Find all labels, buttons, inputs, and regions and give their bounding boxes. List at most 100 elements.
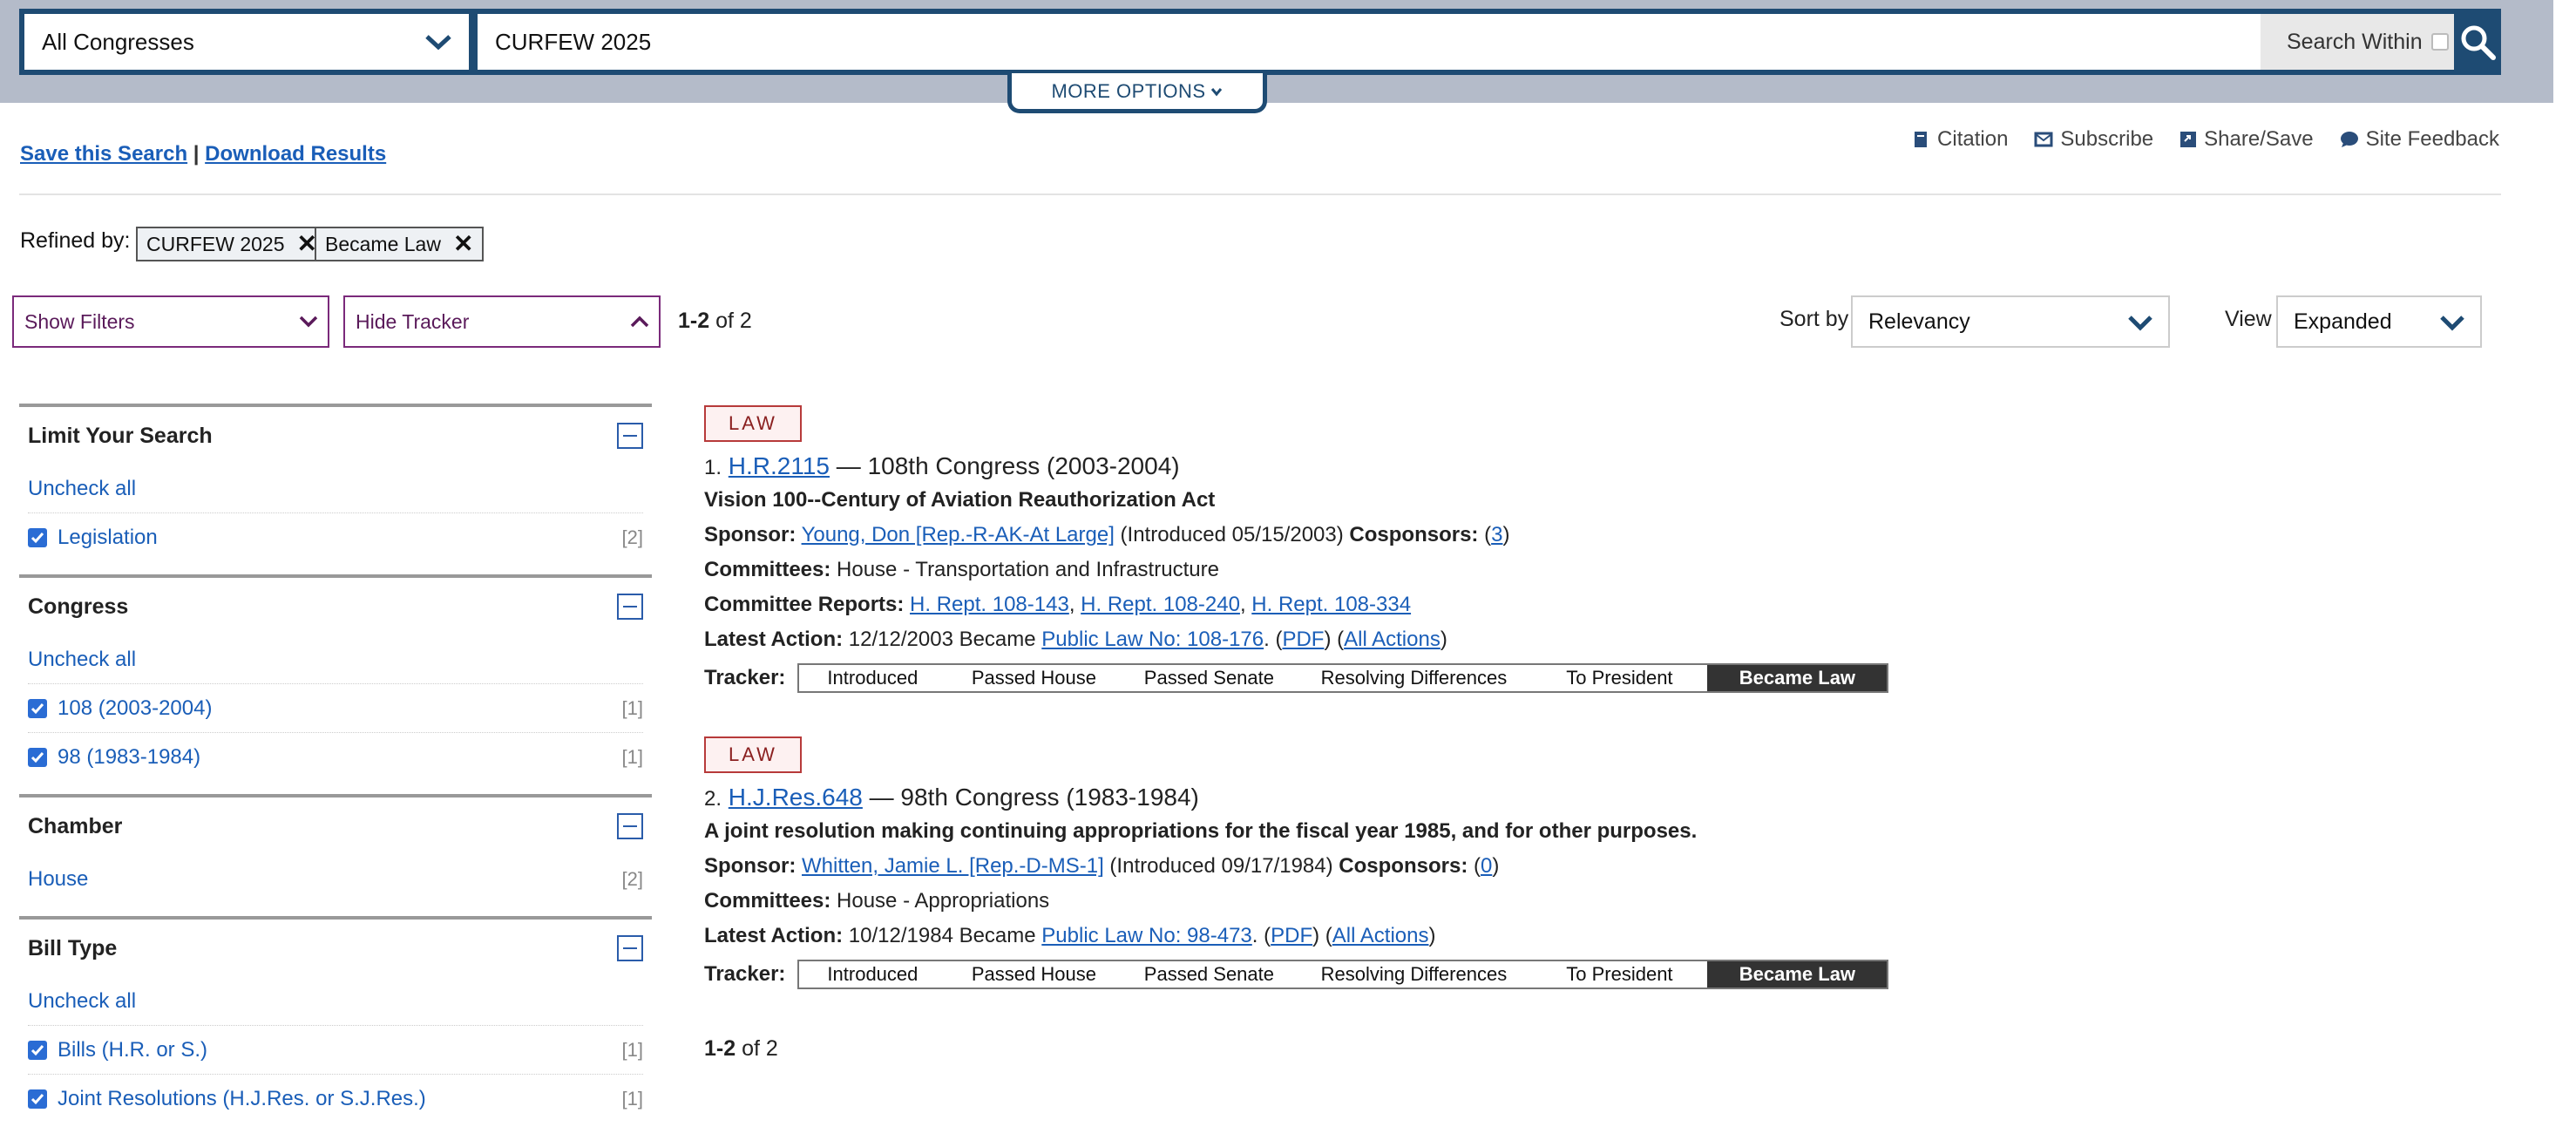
filter-item-label: 108 (2003-2004)	[58, 696, 213, 720]
congress-select-value: All Congresses	[42, 28, 194, 55]
chevron-down-icon	[1210, 87, 1222, 96]
cosponsors-label: Cosponsors:	[1349, 523, 1479, 546]
sponsor-link[interactable]: Young, Don [Rep.-R-AK-At Large]	[802, 523, 1115, 546]
filter-item-count: [1]	[621, 1038, 643, 1061]
cosponsors-label: Cosponsors:	[1339, 854, 1468, 878]
download-results-link[interactable]: Download Results	[205, 142, 386, 166]
committees-label: Committees:	[704, 889, 831, 913]
filter-item-label: House	[28, 867, 89, 891]
cosponsors-link[interactable]: 3	[1491, 523, 1502, 546]
introduced-date: (Introduced 05/15/2003)	[1114, 523, 1350, 546]
filter-item[interactable]: 98 (1983-1984) [1]	[28, 733, 643, 782]
show-filters-button[interactable]: Show Filters	[12, 295, 329, 348]
refinement-chip[interactable]: CURFEW 2025 ✕	[136, 227, 328, 261]
search-actions: Save this Search | Download Results	[20, 142, 386, 166]
law-badge: LAW	[704, 736, 802, 773]
all-actions-link[interactable]: All Actions	[1344, 628, 1441, 651]
checkbox-checked-icon[interactable]	[28, 698, 47, 718]
filter-section-title: Congress	[28, 594, 129, 619]
search-bar: All Congresses CURFEW 2025 Search Within	[19, 9, 2501, 75]
tracker-step: Passed House	[946, 961, 1122, 988]
result-heading: 2. H.J.Res.648 — 98th Congress (1983-198…	[704, 784, 1888, 811]
result-count-total: of 2	[709, 309, 752, 333]
report-link[interactable]: H. Rept. 108-334	[1251, 593, 1411, 616]
filter-section-title: Bill Type	[28, 935, 118, 960]
collapse-icon[interactable]	[617, 423, 643, 449]
committees-line: Committees: House - Transportation and I…	[704, 559, 1888, 581]
separator: |	[193, 142, 200, 166]
hide-tracker-button[interactable]: Hide Tracker	[343, 295, 661, 348]
sort-label: Sort by	[1779, 307, 1849, 331]
introduced-date: (Introduced 09/17/1984)	[1103, 854, 1339, 878]
pdf-link[interactable]: PDF	[1271, 924, 1312, 947]
result-title: A joint resolution making continuing app…	[704, 819, 1698, 843]
citation-link[interactable]: Citation	[1913, 127, 2008, 152]
all-actions-link[interactable]: All Actions	[1332, 924, 1429, 947]
page-tools: Citation Subscribe Share/Save Site Feedb…	[1913, 127, 2499, 152]
filter-item-count: [1]	[621, 696, 643, 719]
citation-label: Citation	[1937, 127, 2009, 151]
uncheck-all-link[interactable]: Uncheck all	[28, 477, 136, 501]
pdf-link[interactable]: PDF	[1282, 628, 1324, 651]
close-icon[interactable]: ✕	[453, 232, 473, 256]
checkbox-checked-icon[interactable]	[28, 1040, 47, 1060]
bill-link[interactable]: H.J.Res.648	[729, 784, 863, 811]
search-within-checkbox[interactable]	[2430, 33, 2449, 51]
uncheck-all-link[interactable]: Uncheck all	[28, 648, 136, 672]
law-badge: LAW	[704, 405, 802, 442]
result-congress: — 108th Congress (2003-2004)	[830, 452, 1180, 479]
result-count-range: 1-2	[704, 1036, 736, 1061]
filter-item-label: 98 (1983-1984)	[58, 745, 201, 769]
filter-item[interactable]: House [2]	[28, 855, 643, 904]
tracker: Tracker: Introduced Passed House Passed …	[704, 663, 1889, 693]
more-options-button[interactable]: MORE OPTIONS	[1007, 73, 1267, 113]
result-number: 1.	[704, 456, 722, 479]
chevron-down-icon	[299, 316, 318, 328]
collapse-icon[interactable]	[617, 935, 643, 961]
public-law-link[interactable]: Public Law No: 108-176	[1041, 628, 1264, 651]
filter-sidebar: Limit Your Search Uncheck all Legislatio…	[19, 404, 652, 1123]
refinement-chip[interactable]: Became Law ✕	[315, 227, 485, 261]
filter-item[interactable]: Bills (H.R. or S.) [1]	[28, 1026, 643, 1075]
sort-select-value: Relevancy	[1868, 309, 1970, 334]
committee-reports-label: Committee Reports:	[704, 593, 905, 616]
site-feedback-link[interactable]: Site Feedback	[2340, 127, 2499, 152]
uncheck-all-link[interactable]: Uncheck all	[28, 989, 136, 1014]
sponsor-label: Sponsor:	[704, 854, 797, 878]
divider	[19, 193, 2501, 195]
result-heading: 1. H.R.2115 — 108th Congress (2003-2004)	[704, 452, 1888, 480]
sort-select[interactable]: Relevancy	[1851, 295, 2170, 348]
committees-value: House - Transportation and Infrastructur…	[830, 558, 1219, 581]
checkbox-checked-icon[interactable]	[28, 748, 47, 767]
filter-item[interactable]: Joint Resolutions (H.J.Res. or S.J.Res.)…	[28, 1075, 643, 1123]
collapse-icon[interactable]	[617, 594, 643, 620]
chip-label: CURFEW 2025	[146, 232, 285, 255]
bill-link[interactable]: H.R.2115	[729, 452, 830, 479]
filter-section-bill-type: Bill Type Uncheck all Bills (H.R. or S.)…	[19, 916, 652, 1123]
committees-line: Committees: House - Appropriations	[704, 890, 1888, 913]
share-save-link[interactable]: Share/Save	[2179, 127, 2314, 152]
filter-item[interactable]: Legislation [2]	[28, 513, 643, 562]
checkbox-checked-icon[interactable]	[28, 528, 47, 547]
report-link[interactable]: H. Rept. 108-143	[910, 593, 1069, 616]
search-input[interactable]: CURFEW 2025	[478, 14, 2261, 70]
sponsor-link[interactable]: Whitten, Jamie L. [Rep.-D-MS-1]	[802, 854, 1104, 878]
filter-item[interactable]: 108 (2003-2004) [1]	[28, 684, 643, 733]
cosponsors-link[interactable]: 0	[1481, 854, 1492, 878]
sponsor-line: Sponsor: Young, Don [Rep.-R-AK-At Large]…	[704, 523, 1510, 546]
tracker-step: Passed Senate	[1122, 961, 1297, 988]
view-select[interactable]: Expanded	[2276, 295, 2482, 348]
search-within-toggle[interactable]: Search Within	[2261, 14, 2454, 70]
subscribe-link[interactable]: Subscribe	[2034, 127, 2153, 152]
view-select-value: Expanded	[2294, 309, 2392, 334]
search-button[interactable]	[2456, 12, 2499, 71]
collapse-icon[interactable]	[617, 813, 643, 839]
checkbox-checked-icon[interactable]	[28, 1089, 47, 1109]
public-law-link[interactable]: Public Law No: 98-473	[1041, 924, 1251, 947]
report-link[interactable]: H. Rept. 108-240	[1081, 593, 1240, 616]
search-input-value: CURFEW 2025	[495, 28, 652, 55]
filter-item-count: [2]	[621, 868, 643, 890]
save-search-link[interactable]: Save this Search	[20, 142, 187, 166]
tracker-step-active: Became Law	[1707, 665, 1888, 691]
congress-select[interactable]: All Congresses	[24, 14, 469, 70]
